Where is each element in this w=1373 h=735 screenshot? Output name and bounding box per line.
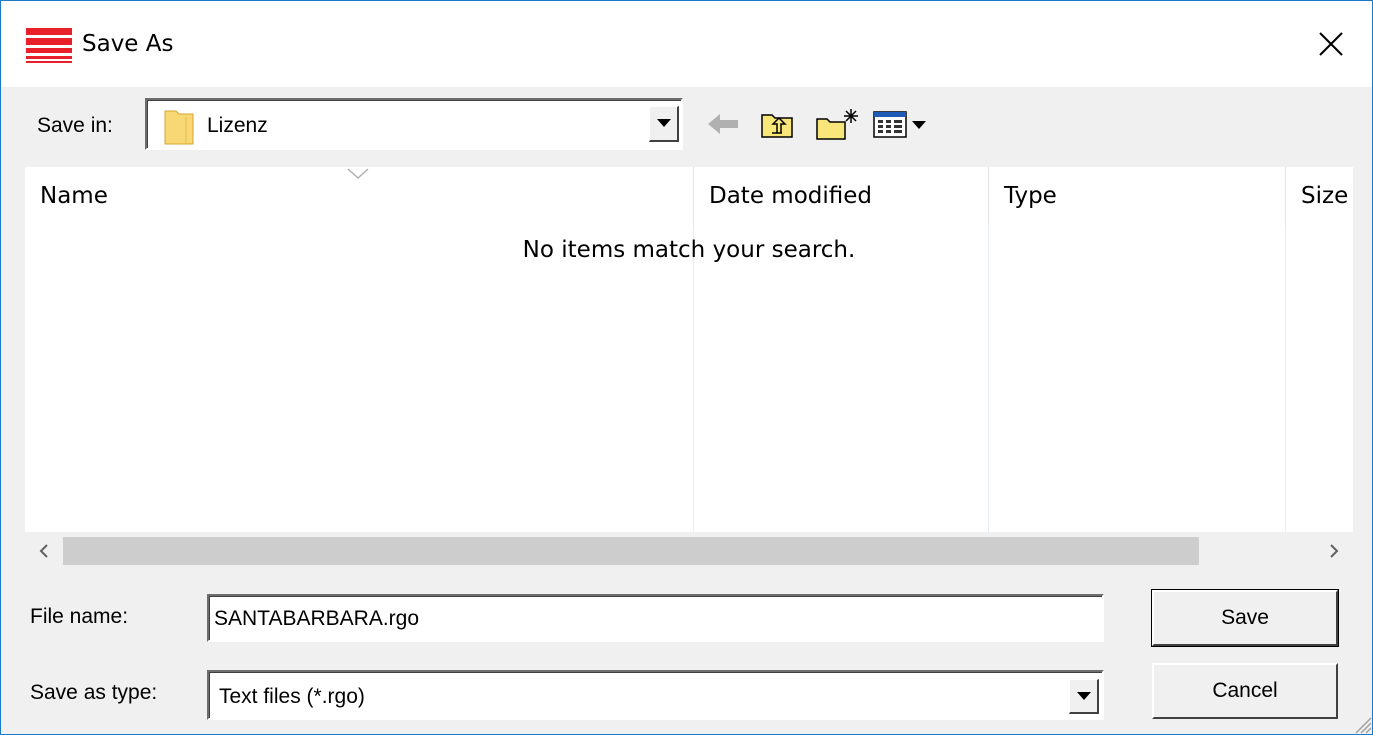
sort-indicator-icon	[347, 168, 369, 180]
save-in-label: Save in:	[37, 114, 113, 137]
column-header-size[interactable]: Size	[1286, 167, 1353, 227]
save-as-type-dropdown-button[interactable]	[1069, 679, 1099, 714]
scrollbar-thumb[interactable]	[63, 537, 1199, 565]
cancel-button[interactable]: Cancel	[1152, 663, 1338, 719]
column-header-type[interactable]: Type	[989, 167, 1285, 227]
close-button[interactable]	[1301, 15, 1361, 73]
chevron-down-icon	[1076, 691, 1091, 700]
back-arrow-icon	[708, 114, 738, 134]
folder-up-icon	[761, 114, 793, 138]
up-one-level-button[interactable]	[756, 103, 798, 145]
back-button[interactable]	[703, 103, 745, 145]
close-icon	[1319, 32, 1343, 56]
column-header-type-label: Type	[1004, 183, 1057, 209]
title-bar: Save As	[1, 1, 1372, 87]
current-folder-name: Lizenz	[207, 114, 268, 137]
column-header-name-label: Name	[40, 183, 108, 209]
column-guide	[988, 227, 989, 532]
empty-list-message: No items match your search.	[522, 237, 856, 263]
resize-grip-icon	[1355, 717, 1372, 734]
save-as-type-value: Text files (*.rgo)	[219, 685, 365, 708]
file-name-input[interactable]	[214, 604, 1084, 634]
new-folder-icon	[816, 109, 858, 140]
column-header-date-label: Date modified	[709, 183, 872, 209]
chevron-down-icon	[656, 119, 671, 127]
create-new-folder-button[interactable]	[813, 103, 861, 145]
column-guide	[1285, 227, 1286, 532]
window-title: Save As	[82, 31, 174, 57]
chevron-right-icon	[1330, 544, 1339, 558]
folder-icon	[164, 107, 194, 145]
horizontal-scrollbar[interactable]	[25, 532, 1353, 570]
save-as-dialog: Save As Save in: Lizenz Name Date modifi…	[0, 0, 1373, 735]
column-header-name[interactable]: Name	[25, 167, 693, 227]
column-header-size-label: Size	[1301, 183, 1349, 209]
save-in-combobox[interactable]: Lizenz	[145, 98, 683, 150]
file-name-label: File name:	[30, 605, 129, 628]
save-as-type-label: Save as type:	[30, 681, 158, 704]
save-in-dropdown-button[interactable]	[649, 106, 679, 142]
save-button[interactable]: Save	[1151, 589, 1339, 647]
chevron-left-icon	[39, 544, 48, 558]
save-as-type-combobox[interactable]: Text files (*.rgo)	[207, 670, 1104, 720]
view-menu-icon	[873, 111, 926, 138]
app-icon	[26, 28, 72, 64]
scroll-right-button[interactable]	[1315, 532, 1353, 570]
scroll-left-button[interactable]	[25, 532, 63, 570]
column-guide	[693, 227, 694, 532]
view-menu-button[interactable]	[871, 103, 935, 145]
file-list[interactable]: Name Date modified Type Size No items ma…	[25, 167, 1353, 532]
resize-grip[interactable]	[1350, 712, 1372, 734]
file-name-field[interactable]	[207, 594, 1104, 642]
column-header-date-modified[interactable]: Date modified	[694, 167, 988, 227]
